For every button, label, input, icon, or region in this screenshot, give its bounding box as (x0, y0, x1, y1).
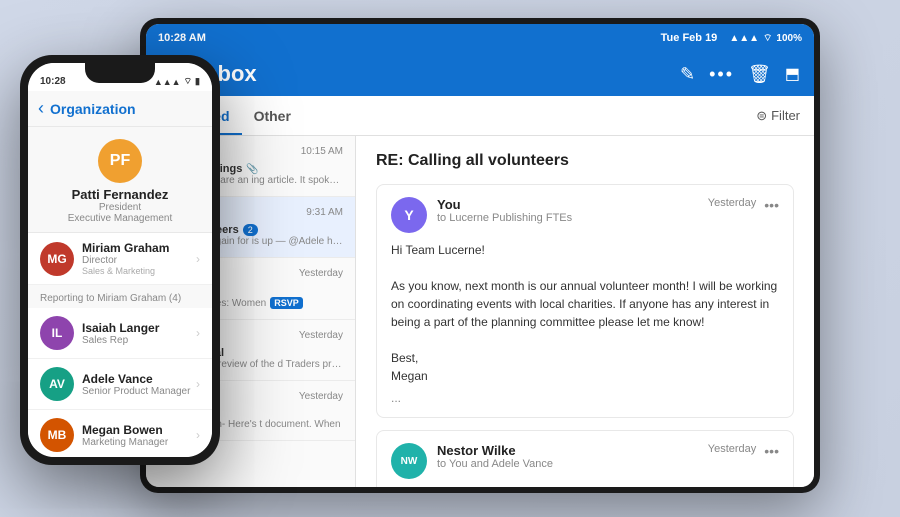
email-time: 9:31 AM (306, 207, 343, 221)
archive-icon[interactable]: ⬒ (785, 64, 800, 84)
list-item[interactable]: IL Isaiah Langer Sales Rep › (28, 308, 212, 359)
signal-icon: ▲▲▲ (729, 33, 759, 44)
filter-button[interactable]: ⊜ Filter (756, 108, 800, 124)
thread-to: to Lucerne Publishing FTEs (437, 212, 708, 224)
contact-dept: Sales & Marketing (82, 266, 196, 276)
inbox-title: Inbox (198, 61, 680, 87)
email-detail-subject: RE: Calling all volunteers (376, 152, 794, 170)
contact-role: Senior Product Manager (82, 386, 196, 397)
email-detail-panel: RE: Calling all volunteers Y You to Luce… (356, 136, 814, 487)
thread-ellipsis: ... (391, 391, 779, 405)
tablet-device: 10:28 AM Tue Feb 19 ▲▲▲ ⌔ 100% Inbox ✎ •… (140, 18, 820, 493)
trash-icon[interactable]: 🗑 (748, 64, 771, 85)
thread-to: to You and Adele Vance (437, 458, 708, 470)
thread-time: Yesterday (708, 197, 757, 209)
compose-icon[interactable]: ✎ (680, 64, 695, 85)
list-item[interactable]: AV Adele Vance Senior Product Manager › (28, 359, 212, 410)
phone-status-icons: ▲▲▲ ⌔ ▮ (154, 76, 200, 87)
chevron-right-icon: › (196, 252, 200, 266)
tablet-body: Fernandez 10:15 AM ace Happenings 📎 I wa… (146, 136, 814, 487)
contact-role: President (99, 202, 141, 213)
tablet-tabs: Focused Other ⊜ Filter (146, 96, 814, 136)
email-time: Yesterday (299, 268, 343, 282)
thread-header: NW Nestor Wilke to You and Adele Vance Y… (391, 443, 779, 479)
phone-contact-header: PF Patti Fernandez President Executive M… (28, 127, 212, 233)
thread-sender: Nestor Wilke (437, 443, 708, 458)
phone-notch (85, 63, 155, 83)
more-icon[interactable]: ••• (709, 64, 734, 85)
phone-contact-list: MG Miriam Graham Director Sales & Market… (28, 233, 212, 457)
thread-item: Y You to Lucerne Publishing FTEs Yesterd… (376, 184, 794, 418)
thread-meta: Nestor Wilke to You and Adele Vance (437, 443, 708, 470)
tablet-date: Tue Feb 19 (661, 32, 718, 44)
wifi-icon: ⌔ (184, 76, 192, 87)
battery-icon: ▮ (195, 76, 200, 87)
rsvp-badge: RSVP (270, 297, 303, 309)
thread-meta: You to Lucerne Publishing FTEs (437, 197, 708, 224)
avatar: AV (40, 367, 74, 401)
tablet-time: 10:28 AM (158, 32, 661, 44)
thread-header: Y You to Lucerne Publishing FTEs Yesterd… (391, 197, 779, 233)
avatar: MG (40, 242, 74, 276)
contact-role: Marketing Manager (82, 437, 196, 448)
email-time: Yesterday (299, 391, 343, 405)
unread-badge: 2 (243, 224, 258, 236)
signal-icon: ▲▲▲ (154, 77, 181, 87)
avatar: NW (391, 443, 427, 479)
phone-section-header: Reporting to Miriam Graham (4) (28, 285, 212, 308)
contact-role: Sales Rep (82, 335, 196, 346)
contact-name: Isaiah Langer (82, 321, 196, 335)
thread-sender: You (437, 197, 708, 212)
tab-other[interactable]: Other (242, 96, 303, 135)
tablet-statusbar: 10:28 AM Tue Feb 19 ▲▲▲ ⌔ 100% (146, 24, 814, 52)
tablet-toolbar: Inbox ✎ ••• 🗑 ⬒ (146, 52, 814, 96)
battery-text: 100% (776, 33, 802, 44)
phone-nav-title: Organization (50, 101, 136, 117)
thread-item: NW Nestor Wilke to You and Adele Vance Y… (376, 430, 794, 487)
list-item[interactable]: MB Megan Bowen Marketing Manager › (28, 410, 212, 457)
more-options-icon[interactable]: ••• (764, 197, 779, 213)
avatar: IL (40, 316, 74, 350)
back-button[interactable]: ‹ (38, 98, 44, 119)
contact-info: Adele Vance Senior Product Manager (82, 372, 196, 397)
toolbar-actions: ✎ ••• 🗑 ⬒ (680, 64, 800, 85)
contact-info: Miriam Graham Director Sales & Marketing (82, 241, 196, 276)
more-options-icon[interactable]: ••• (764, 443, 779, 459)
contact-name: Megan Bowen (82, 423, 196, 437)
phone-navbar: ‹ Organization (28, 91, 212, 127)
wifi-icon: ⌔ (763, 32, 772, 45)
contact-name: Patti Fernandez (72, 187, 169, 202)
chevron-right-icon: › (196, 326, 200, 340)
phone-device: 10:28 ▲▲▲ ⌔ ▮ ‹ Organization PF Patti Fe… (20, 55, 220, 465)
filter-icon: ⊜ (756, 108, 767, 124)
thread-time: Yesterday (708, 443, 757, 455)
contact-role: Director (82, 255, 196, 266)
tablet-screen: 10:28 AM Tue Feb 19 ▲▲▲ ⌔ 100% Inbox ✎ •… (146, 24, 814, 487)
contact-info: Isaiah Langer Sales Rep (82, 321, 196, 346)
email-time: 10:15 AM (301, 146, 343, 160)
attachment-icon: 📎 (246, 164, 258, 175)
avatar: MB (40, 418, 74, 452)
avatar: Y (391, 197, 427, 233)
chevron-right-icon: › (196, 377, 200, 391)
contact-name: Adele Vance (82, 372, 196, 386)
contact-dept: Executive Management (68, 213, 173, 224)
phone-screen: 10:28 ▲▲▲ ⌔ ▮ ‹ Organization PF Patti Fe… (28, 63, 212, 457)
contact-name: Miriam Graham (82, 241, 196, 255)
list-item[interactable]: MG Miriam Graham Director Sales & Market… (28, 233, 212, 285)
chevron-right-icon: › (196, 428, 200, 442)
contact-info: Megan Bowen Marketing Manager (82, 423, 196, 448)
tablet-status-icons: ▲▲▲ ⌔ 100% (729, 32, 802, 45)
thread-body: Hi Team Lucerne! As you know, next month… (391, 241, 779, 385)
email-time: Yesterday (299, 330, 343, 344)
avatar: PF (98, 139, 142, 183)
